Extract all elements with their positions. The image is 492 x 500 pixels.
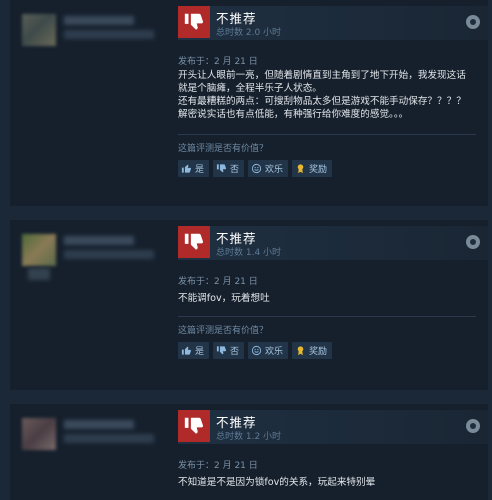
- posted-date: 发布于：2 月 21 日: [178, 461, 258, 471]
- vote-funny-button[interactable]: 欢乐: [248, 160, 289, 177]
- smiley-icon: [251, 345, 262, 356]
- vote-no-label: 否: [230, 347, 240, 357]
- thumbs-down-icon: [178, 410, 210, 442]
- review-text-line: 不能调fov，玩着想吐: [178, 293, 270, 304]
- review-text: 不知道是不是因为锁fov的关系，玩起来特别晕: [178, 476, 476, 489]
- review-text-line: 开头让人眼前一亮，但随着剧情直到主角到了地下开始，我发现这话: [178, 70, 466, 81]
- reviewer-name-blurred[interactable]: [64, 236, 134, 245]
- award-button[interactable]: 奖励: [292, 160, 333, 177]
- steam-icon: [466, 419, 480, 433]
- playtime: 总时数 1.2 小时: [216, 432, 282, 442]
- reviewer-info[interactable]: [10, 0, 170, 206]
- vote-no-button[interactable]: 否: [213, 342, 245, 359]
- divider: [178, 316, 476, 317]
- review-card: 不推荐 总时数 1.2 小时 发布于：2 月 21 日 不知道是不是因为锁fov…: [10, 404, 488, 500]
- review-text-line: 就是个脑瘫，全程半乐子人状态。: [178, 83, 322, 94]
- posted-date: 发布于：2 月 21 日: [178, 277, 258, 287]
- review-verdict-header[interactable]: 不推荐 总时数 1.2 小时: [178, 410, 488, 444]
- divider: [178, 134, 476, 135]
- vote-funny-button[interactable]: 欢乐: [248, 342, 289, 359]
- vote-yes-button[interactable]: 是: [178, 160, 210, 177]
- vote-funny-label: 欢乐: [265, 347, 284, 357]
- review-text-line: 还有最糟糕的两点：可搜刮物品太多但是游戏不能手动保存？？？？: [178, 96, 466, 107]
- thumbs-down-icon: [178, 6, 210, 38]
- review-verdict-header[interactable]: 不推荐 总时数 2.0 小时: [178, 6, 488, 40]
- avatar[interactable]: [22, 418, 56, 450]
- reviewer-stats-blurred: [64, 434, 154, 443]
- reviewer-info[interactable]: [10, 220, 170, 390]
- vote-funny-label: 欢乐: [265, 165, 284, 175]
- thumbs-down-icon: [216, 163, 227, 174]
- avatar[interactable]: [22, 14, 56, 46]
- review-text: 开头让人眼前一亮，但随着剧情直到主角到了地下开始，我发现这话 就是个脑瘫，全程半…: [178, 69, 476, 121]
- vote-buttons: 是 否 欢乐 奖励: [178, 160, 333, 177]
- helpful-question: 这篇评测是否有价值？: [178, 144, 269, 154]
- review-card: 不推荐 总时数 1.4 小时 发布于：2 月 21 日 不能调fov，玩着想吐 …: [10, 220, 488, 390]
- review-verdict-header[interactable]: 不推荐 总时数 1.4 小时: [178, 226, 488, 260]
- reviewer-stats-blurred: [64, 30, 154, 39]
- review-content: 不推荐 总时数 2.0 小时 发布于：2 月 21 日 开头让人眼前一亮，但随着…: [178, 0, 488, 206]
- reviewer-stats-blurred: [64, 250, 154, 259]
- award-icon: [295, 163, 306, 174]
- vote-buttons: 是 否 欢乐 奖励: [178, 342, 333, 359]
- reviewer-name-blurred[interactable]: [64, 16, 134, 25]
- vote-no-button[interactable]: 否: [213, 160, 245, 177]
- posted-date: 发布于：2 月 21 日: [178, 57, 258, 67]
- playtime: 总时数 1.4 小时: [216, 248, 282, 258]
- award-label: 奖励: [309, 347, 328, 357]
- reviewer-extra-blurred: [28, 268, 50, 280]
- thumbs-down-icon: [178, 226, 210, 258]
- review-content: 不推荐 总时数 1.4 小时 发布于：2 月 21 日 不能调fov，玩着想吐 …: [178, 220, 488, 390]
- award-icon: [295, 345, 306, 356]
- award-label: 奖励: [309, 165, 328, 175]
- thumbs-up-icon: [181, 345, 192, 356]
- reviewer-info[interactable]: [10, 404, 170, 500]
- vote-yes-label: 是: [195, 347, 205, 357]
- review-text-line: 不知道是不是因为锁fov的关系，玩起来特别晕: [178, 477, 376, 488]
- vote-yes-label: 是: [195, 165, 205, 175]
- avatar[interactable]: [22, 234, 56, 266]
- award-button[interactable]: 奖励: [292, 342, 333, 359]
- review-text: 不能调fov，玩着想吐: [178, 292, 476, 305]
- review-text-line: 解密说实话也有点低能，有种强行给你难度的感觉。。。: [178, 109, 409, 120]
- review-card: 不推荐 总时数 2.0 小时 发布于：2 月 21 日 开头让人眼前一亮，但随着…: [10, 0, 488, 206]
- reviewer-name-blurred[interactable]: [64, 420, 134, 429]
- steam-icon: [466, 15, 480, 29]
- vote-yes-button[interactable]: 是: [178, 342, 210, 359]
- thumbs-down-icon: [216, 345, 227, 356]
- thumbs-up-icon: [181, 163, 192, 174]
- smiley-icon: [251, 163, 262, 174]
- playtime: 总时数 2.0 小时: [216, 28, 282, 38]
- vote-no-label: 否: [230, 165, 240, 175]
- review-content: 不推荐 总时数 1.2 小时 发布于：2 月 21 日 不知道是不是因为锁fov…: [178, 404, 488, 500]
- helpful-question: 这篇评测是否有价值？: [178, 326, 269, 336]
- steam-icon: [466, 235, 480, 249]
